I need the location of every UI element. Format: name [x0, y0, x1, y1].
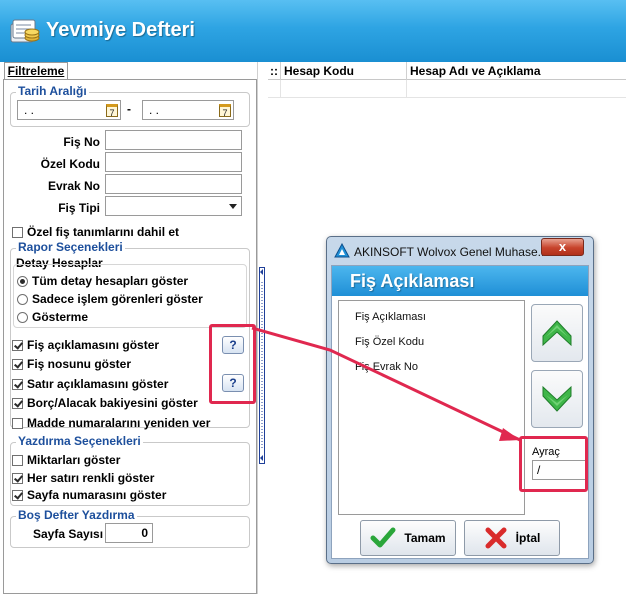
- start-date-value: . .: [24, 103, 35, 117]
- list-item[interactable]: Fiş Özel Kodu: [355, 336, 424, 348]
- akinsoft-logo-icon: [334, 243, 350, 258]
- radio-button[interactable]: [17, 275, 28, 287]
- checkbox[interactable]: [12, 358, 23, 370]
- cell-hesap-kodu[interactable]: [281, 80, 407, 98]
- check-madde-no[interactable]: Madde numaralarını yeniden ver: [12, 416, 210, 430]
- checkbox[interactable]: [12, 489, 23, 501]
- page-count-field[interactable]: 0: [105, 523, 153, 543]
- column-hesap-adi[interactable]: Hesap Adı ve Açıklama: [407, 62, 626, 80]
- dialog-window-title: AKINSOFT Wolvox Genel Muhase...: [354, 245, 548, 259]
- ledger-book-icon: [10, 19, 40, 43]
- check-fis-aciklama-label: Fiş açıklamasını göster: [27, 338, 160, 352]
- blank-print-title: Boş Defter Yazdırma: [16, 508, 137, 522]
- evrak-no-field[interactable]: [105, 174, 242, 194]
- ok-button-label: Tamam: [404, 531, 446, 545]
- radio-only-active[interactable]: Sadece işlem görenleri göster: [17, 292, 203, 306]
- highlight-box-help: [209, 324, 256, 404]
- app-title: Yevmiye Defteri: [46, 19, 195, 41]
- tab-filtreleme[interactable]: Filtreleme: [4, 62, 68, 80]
- calendar-icon[interactable]: 7: [219, 103, 231, 118]
- radio-all-details-label: Tüm detay hesapları göster: [32, 274, 189, 288]
- check-miktar-label: Miktarları göster: [27, 453, 121, 467]
- check-satir-aciklama-label: Satır açıklamasını göster: [27, 377, 169, 391]
- cancel-button-label: İptal: [515, 531, 541, 545]
- radio-all-details[interactable]: Tüm detay hesapları göster: [17, 274, 188, 288]
- include-special-checkbox[interactable]: Özel fiş tanımlarını dahil et: [12, 225, 179, 239]
- move-down-button[interactable]: [531, 370, 583, 428]
- grid-header: :: Hesap Kodu Hesap Adı ve Açıklama: [268, 62, 626, 80]
- fis-tipi-label: Fiş Tipi: [58, 201, 100, 215]
- evrak-no-label: Evrak No: [47, 179, 100, 193]
- ok-button[interactable]: Tamam: [360, 520, 456, 556]
- app-title-bar: Yevmiye Defteri: [0, 0, 626, 62]
- calendar-icon[interactable]: 7: [106, 103, 118, 118]
- splitter-grip[interactable]: [259, 267, 265, 464]
- check-fis-aciklama[interactable]: Fiş açıklamasını göster: [12, 338, 159, 352]
- checkbox[interactable]: [12, 378, 23, 390]
- check-sayfa-no[interactable]: Sayfa numarasını göster: [12, 488, 166, 502]
- ozel-kodu-label: Özel Kodu: [40, 157, 100, 171]
- move-up-button[interactable]: [531, 304, 583, 362]
- fis-tipi-select[interactable]: [105, 196, 242, 216]
- radio-hide[interactable]: Gösterme: [17, 310, 88, 324]
- cancel-button[interactable]: İptal: [464, 520, 560, 556]
- checkbox[interactable]: [12, 226, 23, 238]
- list-item[interactable]: Fiş Evrak No: [355, 361, 418, 373]
- fis-no-field[interactable]: [105, 130, 242, 150]
- date-separator: -: [127, 102, 131, 116]
- fis-no-label: Fiş No: [63, 135, 100, 149]
- chevron-down-icon: [542, 385, 572, 412]
- panel-splitter[interactable]: [257, 62, 268, 594]
- end-date-input[interactable]: . . 7: [142, 100, 234, 120]
- page-count-label: Sayfa Sayısı: [33, 527, 104, 541]
- report-options-title: Rapor Seçenekleri: [16, 240, 125, 254]
- check-madde-no-label: Madde numaralarını yeniden ver: [27, 416, 211, 430]
- close-button[interactable]: x: [541, 238, 584, 256]
- check-satir-aciklama[interactable]: Satır açıklamasını göster: [12, 377, 168, 391]
- column-hesap-kodu[interactable]: Hesap Kodu: [281, 62, 407, 80]
- end-date-value: . .: [149, 103, 160, 117]
- chevron-up-icon: [542, 320, 572, 347]
- check-sayfa-no-label: Sayfa numarasını göster: [27, 488, 167, 502]
- fis-aciklamasi-dialog: AKINSOFT Wolvox Genel Muhase... x Fiş Aç…: [326, 236, 594, 564]
- radio-only-active-label: Sadece işlem görenleri göster: [32, 292, 203, 306]
- check-renkli[interactable]: Her satırı renkli göster: [12, 471, 154, 485]
- highlight-box-separator: [519, 436, 588, 492]
- chevron-down-icon: [229, 203, 237, 209]
- check-miktar[interactable]: Miktarları göster: [12, 453, 120, 467]
- check-fis-no-label: Fiş nosunu göster: [27, 357, 132, 371]
- radio-button[interactable]: [17, 293, 28, 305]
- check-renkli-label: Her satırı renkli göster: [27, 471, 155, 485]
- field-listbox[interactable]: Fiş Açıklaması Fiş Özel Kodu Fiş Evrak N…: [338, 300, 525, 515]
- checkbox[interactable]: [12, 472, 23, 484]
- print-options-title: Yazdırma Seçenekleri: [16, 434, 143, 448]
- date-range-title: Tarih Aralığı: [16, 84, 89, 98]
- checkbox[interactable]: [12, 397, 23, 409]
- cell-hesap-adi[interactable]: [407, 80, 626, 98]
- dialog-header-title: Fiş Açıklaması: [350, 271, 475, 291]
- checkbox[interactable]: [12, 417, 23, 429]
- check-fis-no[interactable]: Fiş nosunu göster: [12, 357, 131, 371]
- cross-icon: [485, 527, 507, 549]
- list-item[interactable]: Fiş Açıklaması: [355, 311, 426, 323]
- check-borc-alacak[interactable]: Borç/Alacak bakiyesini göster: [12, 396, 198, 410]
- dialog-header: Fiş Açıklaması: [332, 266, 588, 296]
- table-row[interactable]: [268, 80, 626, 98]
- radio-hide-label: Gösterme: [32, 310, 89, 324]
- dialog-body: Fiş Açıklaması Fiş Açıklaması Fiş Özel K…: [331, 265, 589, 559]
- checkbox[interactable]: [12, 454, 23, 466]
- include-special-label: Özel fiş tanımlarını dahil et: [27, 225, 180, 239]
- checkmark-icon: [370, 527, 396, 548]
- check-borc-alacak-label: Borç/Alacak bakiyesini göster: [27, 396, 198, 410]
- row-indicator: [268, 80, 281, 98]
- start-date-input[interactable]: . . 7: [17, 100, 121, 120]
- grid-corner[interactable]: ::: [268, 62, 281, 80]
- ozel-kodu-field[interactable]: [105, 152, 242, 172]
- grip-dots-icon: [260, 269, 263, 461]
- dialog-title-bar: AKINSOFT Wolvox Genel Muhase... x: [327, 237, 593, 267]
- radio-button[interactable]: [17, 311, 28, 323]
- checkbox[interactable]: [12, 339, 23, 351]
